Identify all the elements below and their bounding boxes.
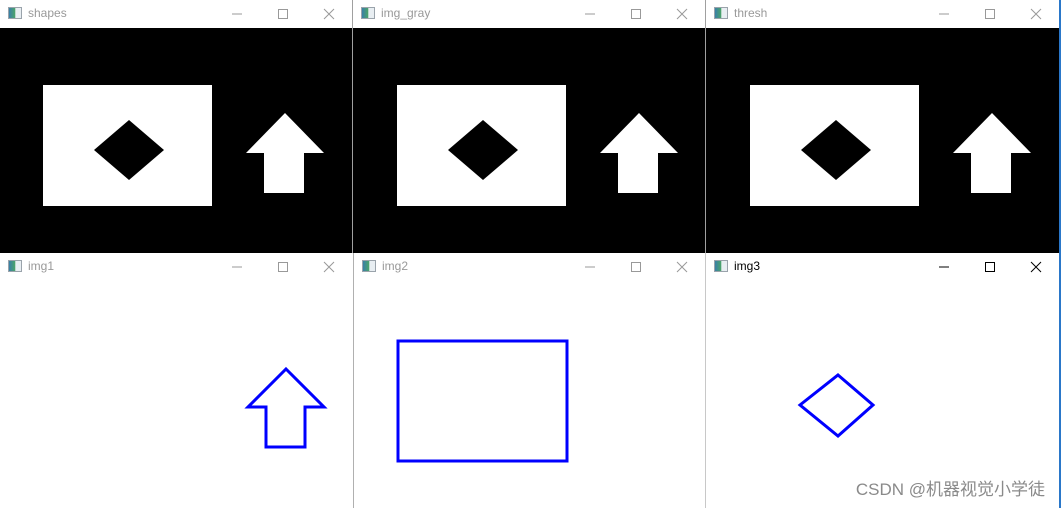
maximize-button[interactable] bbox=[260, 0, 306, 28]
binary-image bbox=[0, 28, 352, 253]
maximize-button[interactable] bbox=[967, 253, 1013, 281]
app-icon bbox=[8, 7, 22, 19]
minimize-button[interactable] bbox=[921, 0, 967, 28]
maximize-icon bbox=[631, 262, 641, 272]
maximize-button[interactable] bbox=[260, 253, 306, 281]
contour-image bbox=[797, 373, 876, 438]
minimize-icon bbox=[939, 13, 949, 15]
maximize-icon bbox=[985, 9, 995, 19]
contour-rectangle bbox=[396, 339, 569, 463]
window-img-gray[interactable]: img_gray bbox=[353, 0, 705, 253]
app-icon bbox=[714, 7, 728, 19]
image-canvas bbox=[0, 28, 352, 253]
window-img2[interactable]: img2 bbox=[354, 253, 705, 508]
contour-image bbox=[244, 366, 328, 449]
minimize-button[interactable] bbox=[214, 253, 260, 281]
close-icon bbox=[323, 8, 335, 20]
window-title: img3 bbox=[734, 259, 761, 273]
title-bar[interactable]: img_gray bbox=[353, 0, 705, 28]
title-bar[interactable]: shapes bbox=[0, 0, 352, 28]
maximize-icon bbox=[278, 262, 288, 272]
window-img3[interactable]: img3 bbox=[706, 253, 1059, 508]
image-canvas bbox=[354, 281, 705, 508]
close-button[interactable] bbox=[306, 253, 352, 281]
app-icon bbox=[362, 260, 376, 272]
contour-image bbox=[396, 339, 569, 463]
title-bar[interactable]: img1 bbox=[0, 253, 352, 281]
contour-diamond bbox=[797, 373, 876, 438]
close-icon bbox=[1030, 8, 1042, 20]
minimize-icon bbox=[585, 13, 595, 15]
window-title: thresh bbox=[734, 6, 768, 20]
image-canvas bbox=[706, 281, 1059, 508]
maximize-button[interactable] bbox=[613, 0, 659, 28]
window-title: img1 bbox=[28, 259, 55, 273]
maximize-icon bbox=[631, 9, 641, 19]
minimize-button[interactable] bbox=[214, 0, 260, 28]
close-icon bbox=[676, 261, 688, 273]
close-button[interactable] bbox=[659, 253, 705, 281]
close-button[interactable] bbox=[306, 0, 352, 28]
image-canvas bbox=[706, 28, 1059, 253]
window-title: shapes bbox=[28, 6, 67, 20]
minimize-button[interactable] bbox=[921, 253, 967, 281]
close-icon bbox=[676, 8, 688, 20]
close-button[interactable] bbox=[1013, 0, 1059, 28]
title-bar[interactable]: thresh bbox=[706, 0, 1059, 28]
maximize-button[interactable] bbox=[613, 253, 659, 281]
minimize-button[interactable] bbox=[567, 0, 613, 28]
minimize-icon bbox=[232, 266, 242, 268]
window-shapes[interactable]: shapes bbox=[0, 0, 352, 253]
close-button[interactable] bbox=[659, 0, 705, 28]
minimize-button[interactable] bbox=[567, 253, 613, 281]
title-bar[interactable]: img3 bbox=[706, 253, 1059, 281]
close-icon bbox=[1030, 261, 1042, 273]
minimize-icon bbox=[585, 266, 595, 268]
minimize-icon bbox=[232, 13, 242, 15]
title-bar[interactable]: img2 bbox=[354, 253, 705, 281]
app-icon bbox=[361, 7, 375, 19]
maximize-icon bbox=[278, 9, 288, 19]
maximize-icon bbox=[985, 262, 995, 272]
contour-arrow bbox=[244, 366, 328, 449]
app-icon bbox=[714, 260, 728, 272]
binary-image bbox=[706, 28, 1059, 253]
maximize-button[interactable] bbox=[967, 0, 1013, 28]
app-icon bbox=[8, 260, 22, 272]
window-img1[interactable]: img1 bbox=[0, 253, 352, 508]
watermark: CSDN @机器视觉小学徒 bbox=[855, 480, 1045, 499]
image-canvas bbox=[0, 281, 352, 508]
image-canvas bbox=[353, 28, 705, 253]
window-title: img2 bbox=[382, 259, 409, 273]
window-thresh[interactable]: thresh bbox=[706, 0, 1059, 253]
window-title: img_gray bbox=[381, 6, 431, 20]
close-icon bbox=[323, 261, 335, 273]
binary-image bbox=[353, 28, 705, 253]
close-button[interactable] bbox=[1013, 253, 1059, 281]
minimize-icon bbox=[939, 266, 949, 268]
